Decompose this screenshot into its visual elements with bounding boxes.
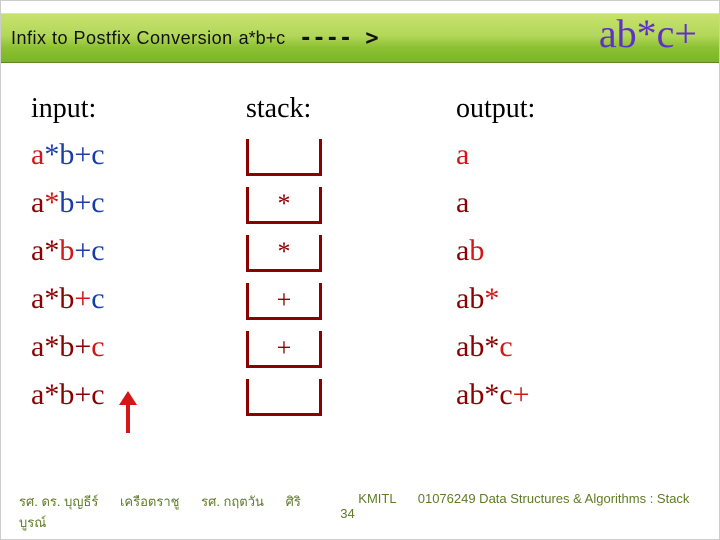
- input-row: a*b+c: [31, 131, 246, 179]
- title-arrow: ---- >: [299, 26, 378, 51]
- stack-row: *: [246, 179, 456, 227]
- input-row: a*b+c: [31, 371, 246, 419]
- input-row: a*b+c: [31, 323, 246, 371]
- output-header: output:: [456, 93, 676, 125]
- title-bar: Infix to Postfix Conversion a*b+c ---- >…: [1, 13, 719, 63]
- output-column: output: aaabab*ab*cab*c+: [456, 93, 676, 419]
- stack-header: stack:: [246, 93, 456, 125]
- input-row: a*b+c: [31, 227, 246, 275]
- footer-name-1: รศ. ดร. บุญธีร์: [19, 494, 98, 509]
- content: input: a*b+ca*b+ca*b+ca*b+ca*b+ca*b+c st…: [31, 93, 689, 419]
- stack-box: *: [246, 235, 322, 272]
- stack-row: +: [246, 275, 456, 323]
- end-of-input-arrow: [121, 391, 135, 439]
- input-column: input: a*b+ca*b+ca*b+ca*b+ca*b+ca*b+c: [31, 93, 246, 419]
- input-header: input:: [31, 93, 246, 125]
- output-row: ab*c+: [456, 371, 676, 419]
- footer-name-3: รศ. กฤตวัน: [201, 494, 264, 509]
- output-row: a: [456, 179, 676, 227]
- footer: รศ. ดร. บุญธีร์ เครือตราชู รศ. กฤตวัน ศิ…: [1, 491, 719, 533]
- output-row: ab*: [456, 275, 676, 323]
- stack-box: [246, 139, 322, 176]
- stack-column: stack: * * + +: [246, 93, 456, 419]
- stack-row: +: [246, 323, 456, 371]
- stack-box: +: [246, 331, 322, 368]
- stack-row: [246, 131, 456, 179]
- stack-row: *: [246, 227, 456, 275]
- output-row: ab: [456, 227, 676, 275]
- input-row: a*b+c: [31, 275, 246, 323]
- output-row: ab*c: [456, 323, 676, 371]
- title-main: Infix to Postfix Conversion: [11, 28, 233, 49]
- stack-box: +: [246, 283, 322, 320]
- stack-box: *: [246, 187, 322, 224]
- footer-org: KMITL: [358, 491, 396, 506]
- stack-box: [246, 379, 322, 416]
- title-expr: a*b+c: [239, 28, 286, 49]
- footer-name-2: เครือตราชู: [120, 494, 179, 509]
- input-row: a*b+c: [31, 179, 246, 227]
- output-row: a: [456, 131, 676, 179]
- stack-row: [246, 371, 456, 419]
- title-result: ab*c+: [599, 10, 697, 57]
